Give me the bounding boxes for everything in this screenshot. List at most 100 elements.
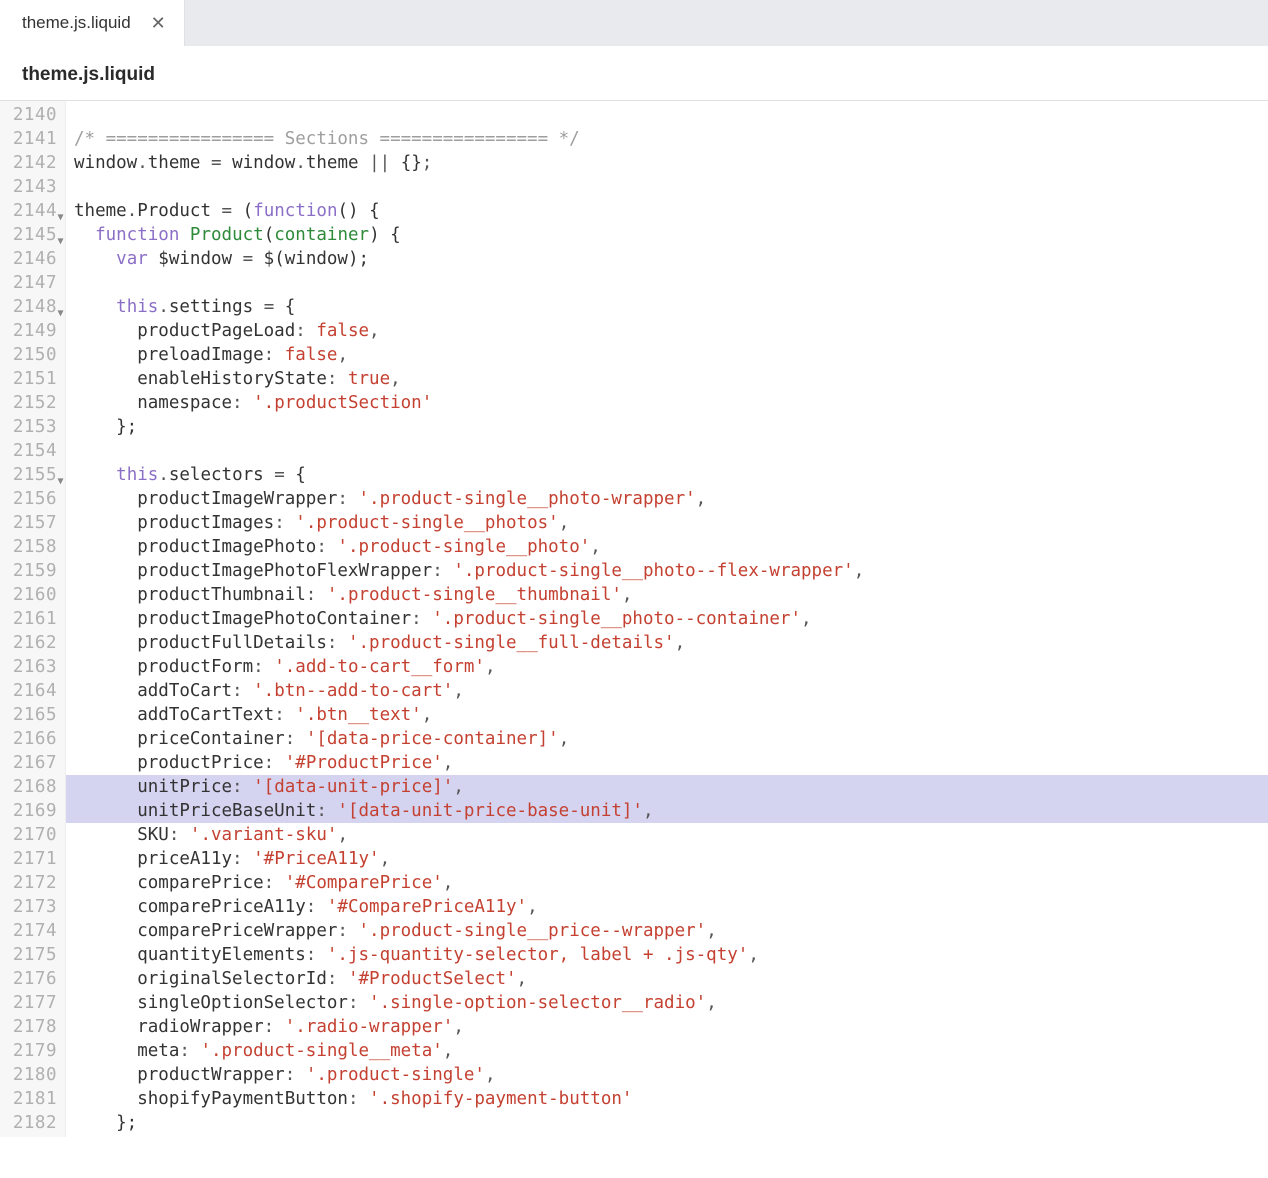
line-number: 2172 bbox=[6, 871, 57, 895]
code-token bbox=[274, 753, 285, 773]
code-token: '.radio-wrapper' bbox=[285, 1017, 454, 1037]
code-line[interactable]: this.selectors = { bbox=[74, 463, 1268, 487]
code-token: , bbox=[453, 1017, 464, 1037]
code-token: , bbox=[706, 993, 717, 1013]
code-line[interactable]: addToCartText: '.btn__text', bbox=[74, 703, 1268, 727]
page-title: theme.js.liquid bbox=[22, 64, 155, 85]
code-line[interactable]: originalSelectorId: '#ProductSelect', bbox=[74, 967, 1268, 991]
code-line[interactable]: unitPrice: '[data-unit-price]', bbox=[66, 775, 1268, 799]
code-token: = bbox=[243, 249, 254, 269]
code-line[interactable]: theme.Product = (function() { bbox=[74, 199, 1268, 223]
fold-toggle-icon[interactable]: ▼ bbox=[57, 230, 64, 254]
code-line[interactable]: radioWrapper: '.radio-wrapper', bbox=[74, 1015, 1268, 1039]
code-line[interactable]: /* ================ Sections ===========… bbox=[74, 127, 1268, 151]
code-token bbox=[327, 537, 338, 557]
code-token: , bbox=[453, 777, 464, 797]
code-line[interactable]: productImagePhotoContainer: '.product-si… bbox=[74, 607, 1268, 631]
code-line[interactable]: shopifyPaymentButton: '.shopify-payment-… bbox=[74, 1087, 1268, 1111]
file-tab[interactable]: theme.js.liquid ✕ bbox=[0, 0, 185, 46]
code-area[interactable]: /* ================ Sections ===========… bbox=[66, 101, 1268, 1137]
code-line[interactable]: namespace: '.productSection' bbox=[74, 391, 1268, 415]
code-line[interactable]: productThumbnail: '.product-single__thum… bbox=[74, 583, 1268, 607]
code-line[interactable]: }; bbox=[74, 1111, 1268, 1135]
fold-toggle-icon[interactable]: ▼ bbox=[57, 206, 64, 230]
code-token: = bbox=[264, 297, 275, 317]
code-token: , bbox=[643, 801, 654, 821]
code-token: '.single-option-selector__radio' bbox=[369, 993, 706, 1013]
code-token: '.product-single' bbox=[306, 1065, 485, 1085]
code-token: : bbox=[432, 561, 443, 581]
code-token: productImagePhotoFlexWrapper bbox=[74, 561, 432, 581]
code-token bbox=[74, 225, 95, 245]
code-line[interactable]: addToCart: '.btn--add-to-cart', bbox=[74, 679, 1268, 703]
code-token: priceContainer bbox=[74, 729, 285, 749]
code-token: , bbox=[422, 705, 433, 725]
code-token: unitPrice bbox=[74, 777, 232, 797]
line-number: 2158 bbox=[6, 535, 57, 559]
code-line[interactable]: window.theme = window.theme || {}; bbox=[74, 151, 1268, 175]
code-line[interactable]: quantityElements: '.js-quantity-selector… bbox=[74, 943, 1268, 967]
line-number: 2175 bbox=[6, 943, 57, 967]
code-line[interactable]: productImagePhoto: '.product-single__pho… bbox=[74, 535, 1268, 559]
code-token: : bbox=[274, 705, 285, 725]
code-line[interactable]: enableHistoryState: true, bbox=[74, 367, 1268, 391]
code-token: , bbox=[443, 753, 454, 773]
code-line[interactable]: comparePriceWrapper: '.product-single__p… bbox=[74, 919, 1268, 943]
code-token: '.product-single__photo' bbox=[337, 537, 590, 557]
code-line[interactable] bbox=[74, 175, 1268, 199]
line-number: 2173 bbox=[6, 895, 57, 919]
code-token: , bbox=[706, 921, 717, 941]
code-token: namespace bbox=[74, 393, 232, 413]
code-line[interactable]: productImagePhotoFlexWrapper: '.product-… bbox=[74, 559, 1268, 583]
code-token bbox=[274, 1017, 285, 1037]
code-line[interactable]: productPageLoad: false, bbox=[74, 319, 1268, 343]
line-number: 2147 bbox=[6, 271, 57, 295]
code-token: '.shopify-payment-button' bbox=[369, 1089, 632, 1109]
code-token: }; bbox=[74, 1113, 137, 1133]
code-line[interactable] bbox=[74, 103, 1268, 127]
code-line[interactable]: productFullDetails: '.product-single__fu… bbox=[74, 631, 1268, 655]
code-token: '[data-price-container]' bbox=[306, 729, 559, 749]
code-token bbox=[316, 897, 327, 917]
close-icon[interactable]: ✕ bbox=[151, 14, 166, 32]
code-line[interactable]: preloadImage: false, bbox=[74, 343, 1268, 367]
code-line[interactable]: SKU: '.variant-sku', bbox=[74, 823, 1268, 847]
line-number: 2148▼ bbox=[6, 295, 57, 319]
code-editor[interactable]: 21402141214221432144▼2145▼214621472148▼2… bbox=[0, 101, 1268, 1137]
code-line[interactable]: function Product(container) { bbox=[74, 223, 1268, 247]
code-token: , bbox=[485, 1065, 496, 1085]
code-token: theme bbox=[74, 201, 127, 221]
code-line[interactable]: var $window = $(window); bbox=[74, 247, 1268, 271]
code-line[interactable]: unitPriceBaseUnit: '[data-unit-price-bas… bbox=[66, 799, 1268, 823]
code-token bbox=[359, 153, 370, 173]
code-line[interactable]: comparePrice: '#ComparePrice', bbox=[74, 871, 1268, 895]
code-line[interactable]: comparePriceA11y: '#ComparePriceA11y', bbox=[74, 895, 1268, 919]
code-line[interactable] bbox=[74, 271, 1268, 295]
fold-toggle-icon[interactable]: ▼ bbox=[57, 470, 64, 494]
code-token: '#PriceA11y' bbox=[253, 849, 379, 869]
code-token: , bbox=[801, 609, 812, 629]
line-number: 2174 bbox=[6, 919, 57, 943]
code-line[interactable] bbox=[74, 439, 1268, 463]
code-line[interactable]: productWrapper: '.product-single', bbox=[74, 1063, 1268, 1087]
fold-toggle-icon[interactable]: ▼ bbox=[57, 302, 64, 326]
code-line[interactable]: priceContainer: '[data-price-container]'… bbox=[74, 727, 1268, 751]
code-token: window bbox=[74, 153, 137, 173]
code-token: : bbox=[232, 393, 243, 413]
code-token: '#ComparePriceA11y' bbox=[327, 897, 527, 917]
code-line[interactable]: productPrice: '#ProductPrice', bbox=[74, 751, 1268, 775]
code-token bbox=[274, 345, 285, 365]
code-line[interactable]: priceA11y: '#PriceA11y', bbox=[74, 847, 1268, 871]
code-line[interactable]: meta: '.product-single__meta', bbox=[74, 1039, 1268, 1063]
line-number: 2144▼ bbox=[6, 199, 57, 223]
code-token bbox=[179, 225, 190, 245]
code-line[interactable]: productImages: '.product-single__photos'… bbox=[74, 511, 1268, 535]
code-line[interactable]: }; bbox=[74, 415, 1268, 439]
code-line[interactable]: productImageWrapper: '.product-single__p… bbox=[74, 487, 1268, 511]
code-line[interactable]: productForm: '.add-to-cart__form', bbox=[74, 655, 1268, 679]
code-token bbox=[211, 201, 222, 221]
code-token: , bbox=[696, 489, 707, 509]
code-line[interactable]: this.settings = { bbox=[74, 295, 1268, 319]
code-token: '[data-unit-price-base-unit]' bbox=[337, 801, 643, 821]
code-line[interactable]: singleOptionSelector: '.single-option-se… bbox=[74, 991, 1268, 1015]
